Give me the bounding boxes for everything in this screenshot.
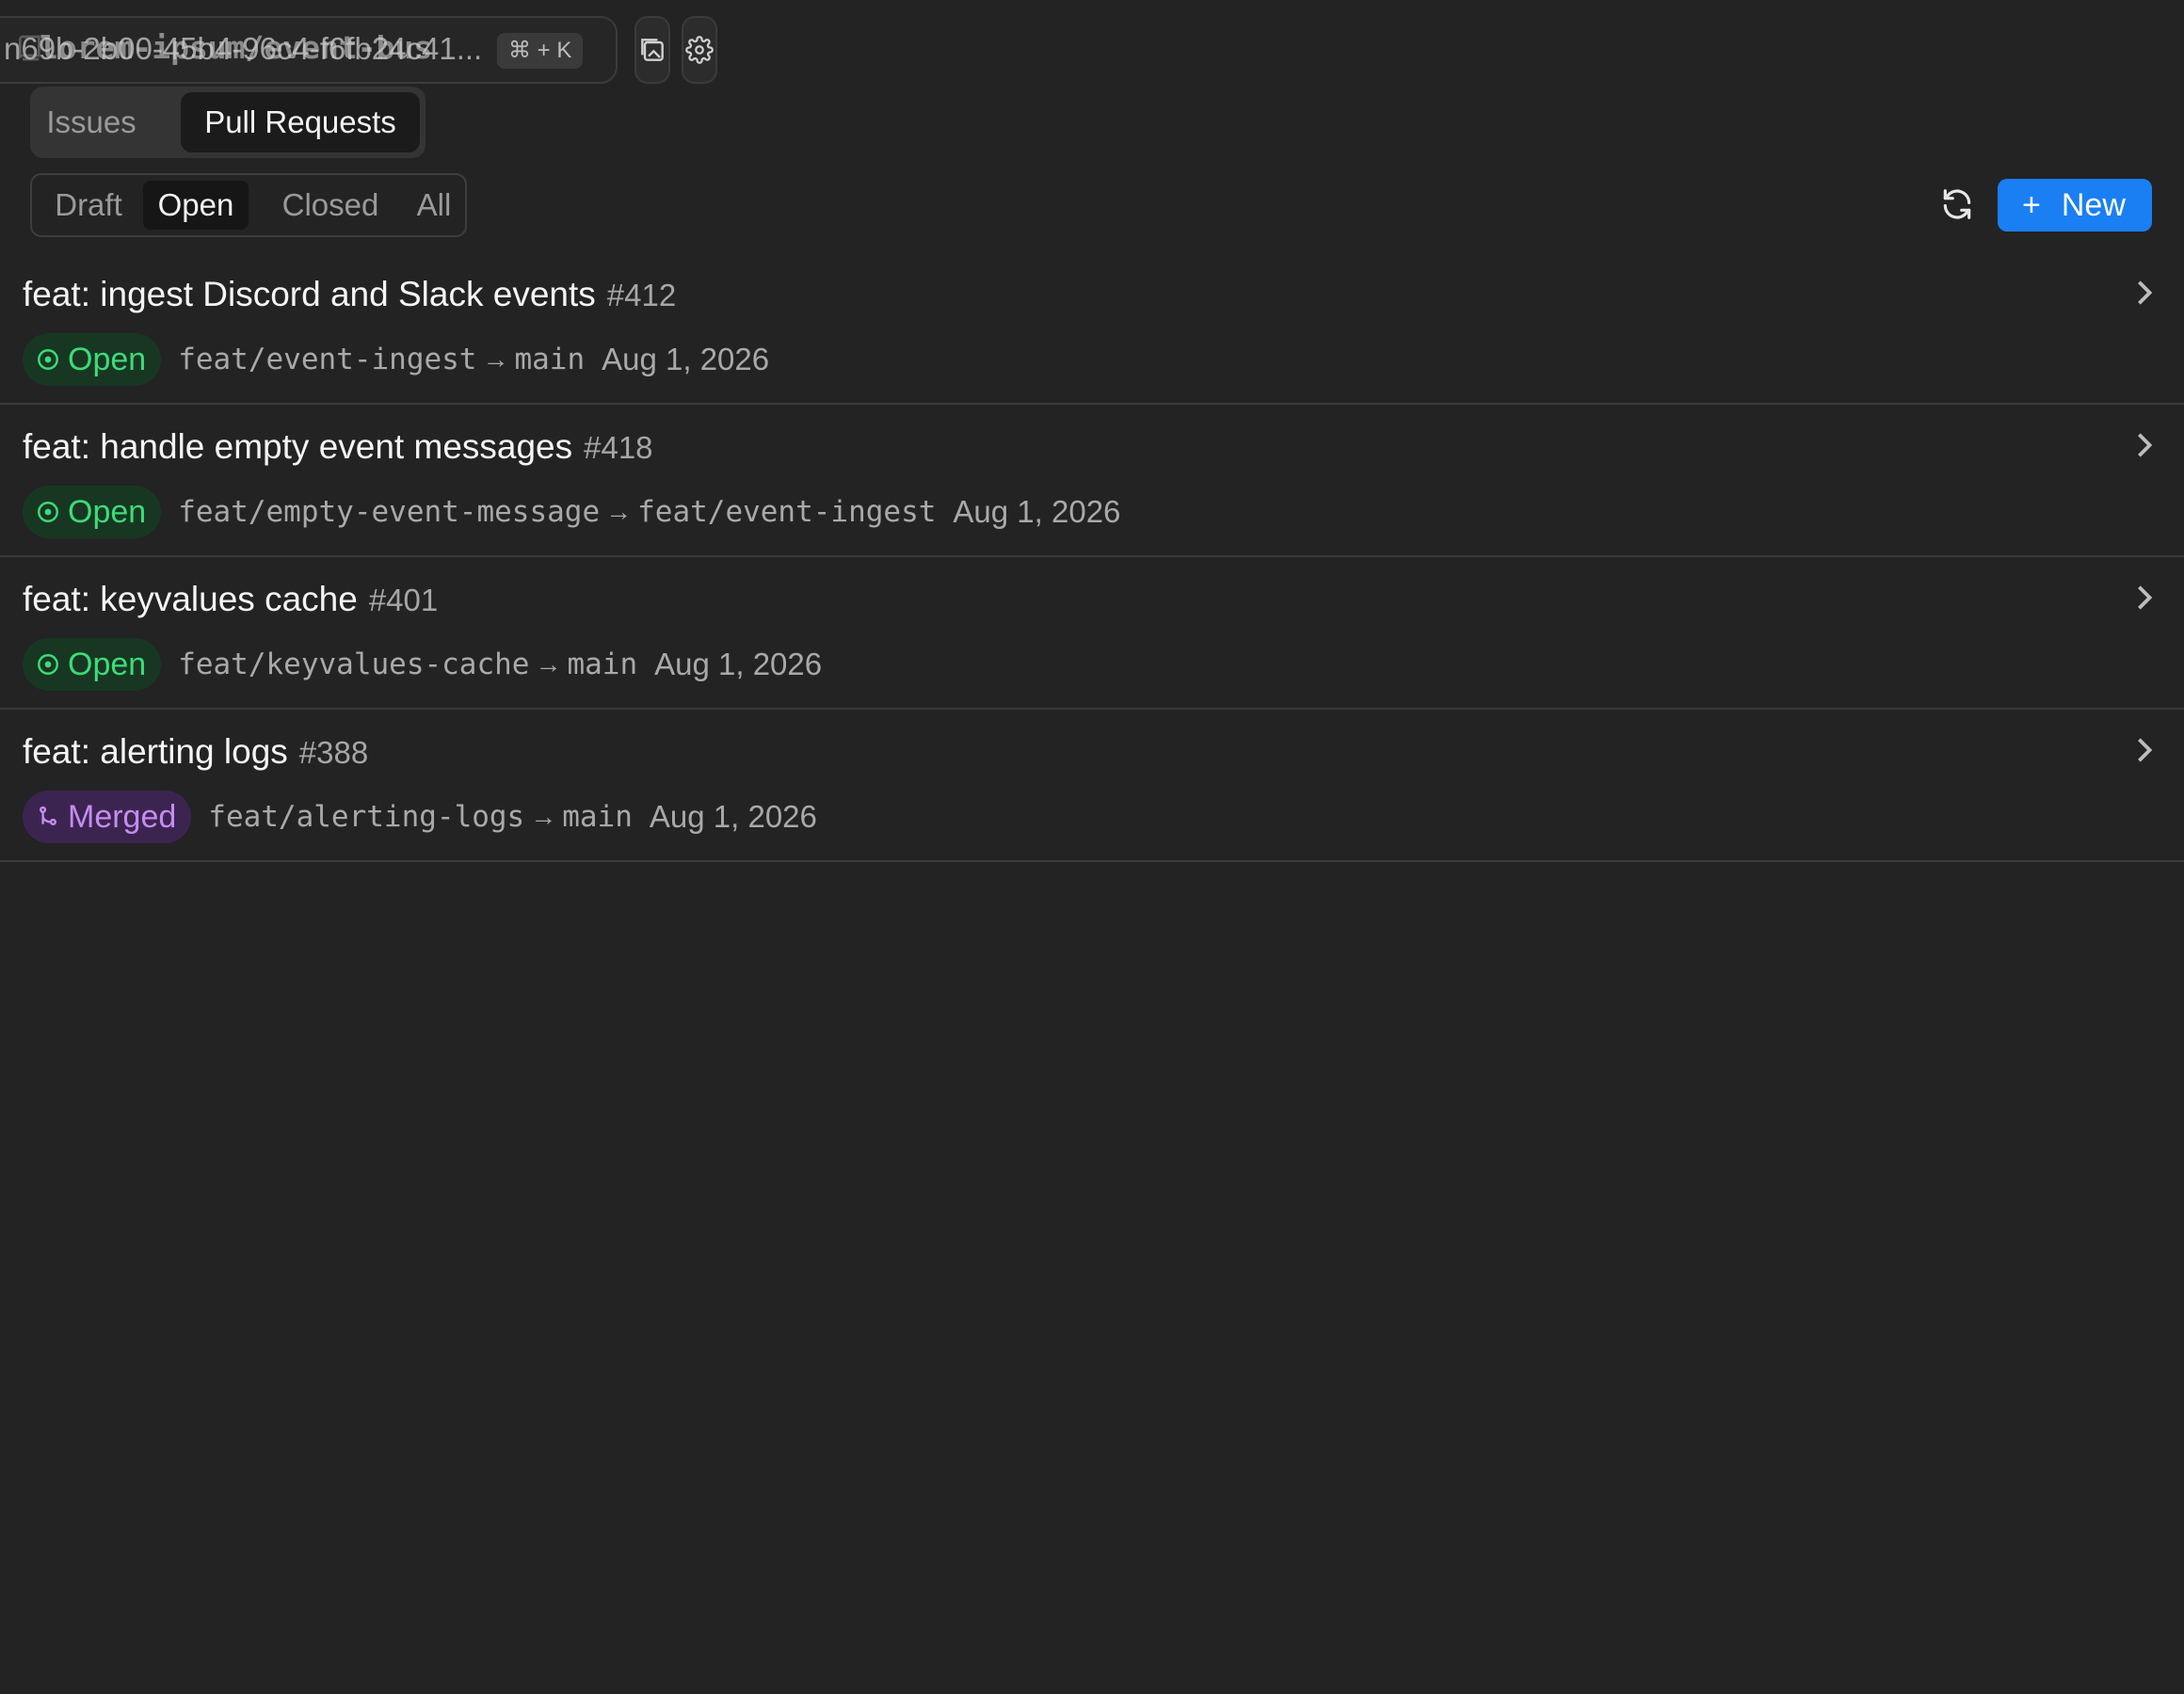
pr-number: #388 xyxy=(298,735,369,770)
screenshot-icon xyxy=(641,39,664,61)
chevron-right-icon xyxy=(2138,738,2153,762)
refresh-icon[interactable] xyxy=(1939,186,1975,222)
pr-title: feat: ingest Discord and Slack events xyxy=(23,275,596,313)
arrow-icon: → xyxy=(482,344,509,374)
pr-date: Aug 1, 2026 xyxy=(602,342,770,376)
pr-title: feat: handle empty event messages xyxy=(23,427,573,466)
pr-date: Aug 1, 2026 xyxy=(654,647,823,681)
status-badge: Open xyxy=(23,486,162,538)
chevron-right-icon xyxy=(2138,585,2153,610)
pr-meta: Open feat/event-ingest → main Aug 1, 202… xyxy=(23,333,769,386)
new-button-label: New xyxy=(2061,187,2126,223)
target-branch: main xyxy=(514,343,586,376)
tab-bar: Issues Pull Requests xyxy=(30,87,426,158)
filter-open[interactable]: Open xyxy=(143,181,249,230)
filter-draft[interactable]: Draft xyxy=(40,181,137,230)
pr-date: Aug 1, 2026 xyxy=(953,494,1121,529)
pr-title-line: feat: ingest Discord and Slack events #41… xyxy=(23,275,676,314)
tab-pull-requests[interactable]: Pull Requests xyxy=(181,92,420,152)
settings-button[interactable] xyxy=(682,16,717,84)
gear-icon xyxy=(685,36,714,64)
chevron-right-icon xyxy=(2138,280,2153,305)
pr-title: feat: alerting logs xyxy=(23,732,288,771)
arrow-icon: → xyxy=(605,497,633,526)
pr-title-line: feat: alerting logs #388 xyxy=(23,732,368,772)
status-label: Open xyxy=(68,493,147,530)
pr-title-line: feat: keyvalues cache #401 xyxy=(23,580,438,619)
repo-name: lorem-ipsum/event-bus xyxy=(40,29,433,66)
status-badge: Merged xyxy=(23,791,192,843)
source-branch: feat/empty-event-message xyxy=(178,495,601,529)
pr-number: #418 xyxy=(584,430,653,465)
plus-icon: + xyxy=(2022,187,2041,223)
source-branch: feat/event-ingest xyxy=(178,343,477,376)
pull-request-row[interactable]: feat: keyvalues cache #401 Open feat/keyv… xyxy=(0,557,2184,710)
target-branch: main xyxy=(562,800,633,834)
pr-title-line: feat: handle empty event messages #418 xyxy=(23,427,653,467)
pr-number: #412 xyxy=(606,278,677,312)
pr-date: Aug 1, 2026 xyxy=(649,799,817,834)
shortcut-hint: ⌘ + K xyxy=(497,33,584,69)
pr-title: feat: keyvalues cache xyxy=(23,580,358,618)
status-badge: Open xyxy=(23,638,162,691)
filter-closed[interactable]: Closed xyxy=(260,181,401,230)
open-circle-icon xyxy=(38,502,58,522)
pull-request-list: feat: ingest Discord and Slack events #41… xyxy=(0,252,2184,862)
status-label: Open xyxy=(68,341,147,377)
arrow-icon: → xyxy=(530,802,557,831)
open-circle-icon xyxy=(38,349,58,370)
pull-request-row[interactable]: feat: alerting logs #388 Merged feat/aler… xyxy=(0,710,2184,862)
target-branch: feat/event-ingest xyxy=(637,495,937,529)
status-label: Open xyxy=(68,646,147,682)
target-branch: main xyxy=(567,647,638,681)
repo-selector[interactable]: n69b-2b00-45b4-96c4-f6fb24c41... lorem-i… xyxy=(0,16,618,84)
pull-request-row[interactable]: feat: handle empty event messages #418 Op… xyxy=(0,405,2184,557)
tab-issues[interactable]: Issues xyxy=(40,92,143,152)
source-branch: feat/keyvalues-cache xyxy=(178,647,530,681)
pr-meta: Open feat/empty-event-message → feat/eve… xyxy=(23,486,1120,538)
merge-icon xyxy=(40,806,56,825)
pull-request-row[interactable]: feat: ingest Discord and Slack events #41… xyxy=(0,252,2184,405)
pr-meta: Merged feat/alerting-logs → main Aug 1, … xyxy=(23,791,817,843)
pr-number: #401 xyxy=(368,583,439,617)
pr-meta: Open feat/keyvalues-cache → main Aug 1, … xyxy=(23,638,822,691)
filter-all[interactable]: All xyxy=(407,181,461,230)
status-badge: Open xyxy=(23,333,162,386)
source-branch: feat/alerting-logs xyxy=(208,800,525,834)
screenshot-button[interactable] xyxy=(634,16,670,84)
arrow-icon: → xyxy=(535,649,562,679)
new-pull-request-button[interactable]: + New xyxy=(1998,179,2152,232)
chevron-right-icon xyxy=(2138,433,2153,457)
status-filter: Draft Open Closed All xyxy=(30,173,467,237)
status-label: Merged xyxy=(68,798,177,835)
open-circle-icon xyxy=(38,654,58,675)
